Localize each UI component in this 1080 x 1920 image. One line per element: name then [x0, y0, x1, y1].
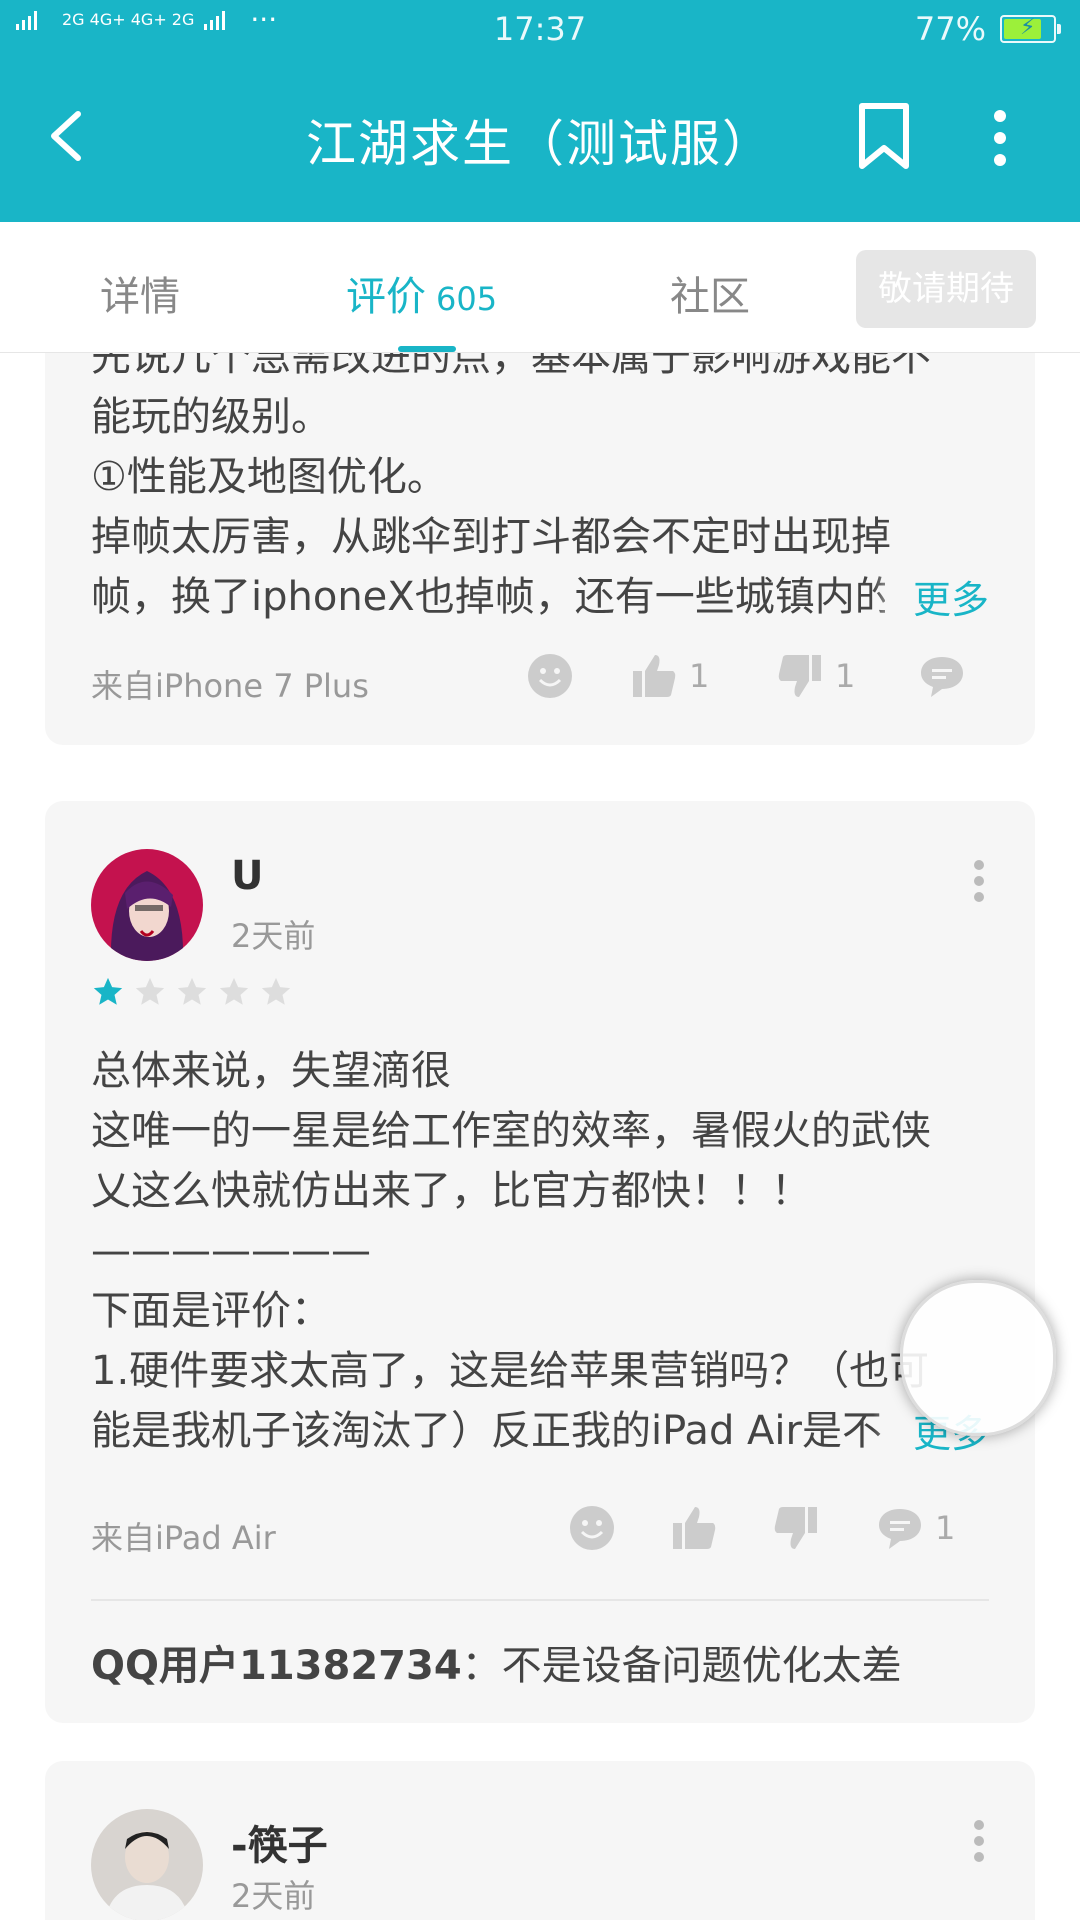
review-text-line: 1.硬件要求太高了，这是给苹果营销吗？（也可 — [91, 1348, 930, 1394]
tab-bar: 详情 评价 605 社区 敬请期待 — [0, 222, 1080, 353]
review-text-line: 先说几个急需改进的点，基本属于影响游戏能不 — [91, 353, 931, 380]
smiley-icon — [528, 654, 572, 698]
review-text-line: 这唯一的一星是给工作室的效率，暑假火的武侠 — [91, 1108, 931, 1154]
star-empty-icon — [177, 977, 207, 1005]
thumbs-down-icon — [774, 1507, 817, 1549]
thumbs-up-icon — [673, 1507, 716, 1549]
review-time: 2天前 — [231, 1877, 316, 1915]
review-card: U 2天前 总体来说，失望滴很 这唯一的一星是给工作室的效率，暑假火的武侠 乂这… — [45, 801, 1035, 1723]
expand-more-link[interactable]: 更多 — [872, 569, 989, 624]
tab-community[interactable]: 社区 — [670, 264, 750, 322]
floating-touch-button[interactable] — [900, 1280, 1056, 1436]
comment-icon — [921, 657, 963, 697]
reviews-list[interactable]: 先说几个急需改进的点，基本属于影响游戏能不 能玩的级别。 ①性能及地图优化。 掉… — [0, 353, 1080, 1920]
comment-count: 1 — [935, 1509, 956, 1547]
smiley-icon — [570, 1506, 614, 1550]
review-source: 来自iPad Air — [91, 1519, 276, 1557]
username[interactable]: U — [231, 853, 263, 899]
tab-reviews-count: 605 — [436, 280, 498, 318]
review-options-icon[interactable] — [973, 859, 985, 903]
review-source: 来自iPhone 7 Plus — [91, 667, 369, 705]
emoji-button[interactable] — [527, 653, 573, 699]
review-options-icon[interactable] — [973, 1819, 985, 1863]
comment-button[interactable] — [919, 653, 965, 699]
review-time: 2天前 — [231, 917, 316, 955]
review-text-line: ——————— — [91, 1228, 371, 1274]
tab-reviews[interactable]: 评价 605 — [346, 264, 497, 322]
avatar[interactable] — [91, 849, 203, 961]
star-filled-icon — [93, 977, 123, 1005]
review-text-line: ①性能及地图优化。 — [91, 454, 447, 500]
emoji-button[interactable] — [569, 1505, 615, 1551]
battery-icon: ⚡ — [1000, 15, 1061, 43]
star-empty-icon — [135, 977, 165, 1005]
tab-details[interactable]: 详情 — [100, 264, 180, 322]
coming-soon-button[interactable]: 敬请期待 — [856, 250, 1036, 328]
battery-percent: 77% — [914, 10, 986, 48]
username[interactable]: -筷子 — [231, 1813, 328, 1871]
like-button[interactable] — [671, 1505, 717, 1551]
review-text-line: 掉帧太厉害，从跳伞到打斗都会不定时出现掉 — [91, 514, 891, 560]
status-bar: 2G 4G+ 4G+ 2G ··· 17:37 77% ⚡ — [0, 0, 1080, 56]
review-text-line: 总体来说，失望滴很 — [91, 1048, 451, 1094]
reply-text: ：不是设备问题优化太差 — [461, 1643, 902, 1689]
comment-icon — [879, 1509, 921, 1549]
avatar[interactable] — [91, 1809, 203, 1920]
dislike-button[interactable]: 1 — [777, 653, 855, 699]
review-text-line: 能玩的级别。 — [91, 394, 331, 440]
review-text-line: 帧，换了iphoneX也掉帧，还有一些城镇内的 — [91, 574, 885, 620]
review-text-line: 乂这么快就仿出来了，比官方都快！！！ — [91, 1168, 811, 1214]
comment-button[interactable]: 1 — [877, 1505, 955, 1551]
thumbs-down-icon — [778, 655, 821, 697]
divider — [91, 1599, 989, 1601]
thumbs-up-icon — [633, 655, 676, 697]
like-button[interactable]: 1 — [631, 653, 709, 699]
more-vertical-icon[interactable] — [980, 106, 1020, 170]
review-text-line: 下面是评价： — [91, 1288, 331, 1334]
tab-active-indicator — [398, 346, 456, 352]
like-count: 1 — [689, 657, 710, 695]
dislike-button[interactable] — [773, 1505, 819, 1551]
review-card: 先说几个急需改进的点，基本属于影响游戏能不 能玩的级别。 ①性能及地图优化。 掉… — [45, 353, 1035, 745]
review-card: -筷子 2天前 — [45, 1761, 1035, 1920]
reply-username: QQ用户11382734 — [91, 1643, 462, 1689]
tab-reviews-label: 评价 — [346, 274, 426, 320]
page-title: 江湖求生（测试服） — [306, 115, 774, 173]
review-text-line: 能是我机子该淘汰了）反正我的iPad Air是不 — [91, 1408, 882, 1454]
reply-preview[interactable]: QQ用户11382734：不是设备问题优化太差 — [91, 1633, 902, 1691]
bookmark-icon[interactable] — [856, 102, 912, 172]
star-empty-icon — [261, 977, 291, 1005]
rating-stars — [91, 975, 293, 1009]
star-empty-icon — [219, 977, 249, 1005]
avatar-image — [91, 1809, 203, 1920]
dislike-count: 1 — [835, 657, 856, 695]
app-bar: 江湖求生（测试服） — [0, 56, 1080, 222]
avatar-image — [91, 849, 203, 961]
